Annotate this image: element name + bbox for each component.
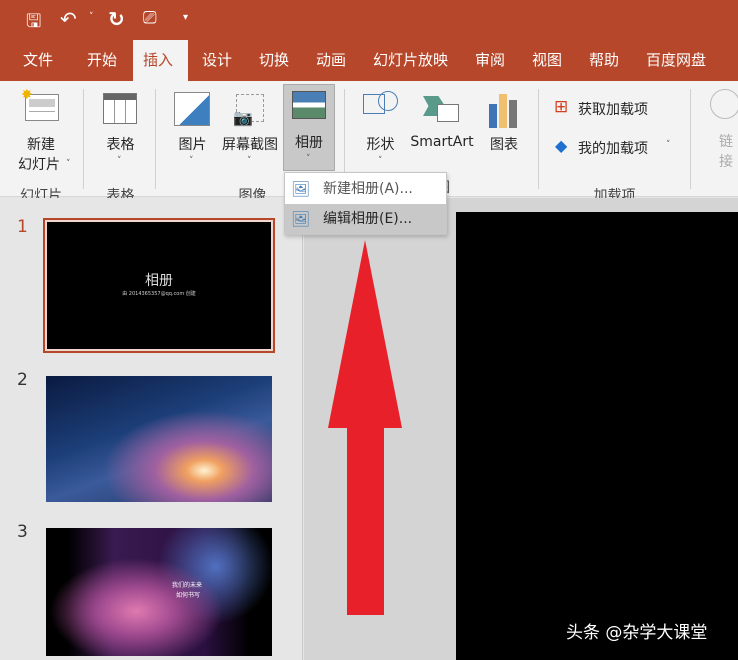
tab-transitions[interactable]: 切换 xyxy=(249,40,299,81)
shapes-label: 形状 xyxy=(366,137,395,153)
table-button[interactable]: 表格 ˅ xyxy=(93,84,148,179)
chart-button[interactable]: 图表 xyxy=(483,84,525,164)
picture-icon xyxy=(174,92,210,126)
my-addins-button[interactable]: ◆ 我的加载项 ˅ xyxy=(552,136,682,158)
undo-dropdown-icon[interactable]: ˅ xyxy=(89,12,94,22)
slide-thumbnail-pane: 1 相册 由 2014365357@qq.com 创建 2 3 我们的未来 如何… xyxy=(0,198,303,660)
table-icon xyxy=(103,93,137,124)
new-slide-label: 新建 xyxy=(27,137,55,153)
edit-album-icon: 🖼 xyxy=(291,210,311,228)
ribbon-tabs: 文件 开始 插入 设计 切换 动画 幻灯片放映 审阅 视图 帮助 百度网盘 xyxy=(0,40,738,81)
new-slide-button[interactable]: ✸ 新建 幻灯片 ˅ xyxy=(5,84,77,179)
slide-thumbnail-1[interactable]: 相册 由 2014365357@qq.com 创建 xyxy=(43,218,275,353)
chevron-down-icon: ˅ xyxy=(66,159,71,169)
arrow-shape xyxy=(328,240,402,615)
tab-insert[interactable]: 插入 xyxy=(133,40,188,81)
store-icon: ⊞ xyxy=(554,97,569,117)
undo-icon[interactable]: ↶ xyxy=(60,7,77,31)
link-button[interactable]: 链 接 xyxy=(705,86,738,171)
watermark: 头条 @杂学大课堂 xyxy=(566,623,708,643)
get-addins-button[interactable]: ⊞ 获取加载项 xyxy=(552,97,672,119)
slide-caption: 我们的未来 xyxy=(172,582,203,589)
addin-cube-icon: ◆ xyxy=(555,136,568,155)
chart-label: 图表 xyxy=(490,137,518,153)
menu-item-label: 编辑相册(E)... xyxy=(323,211,413,227)
tab-view[interactable]: 视图 xyxy=(522,40,572,81)
picture-button[interactable]: 图片 ˅ xyxy=(170,84,215,179)
globe-link-icon xyxy=(710,89,738,119)
customize-icon[interactable]: ▾ xyxy=(183,12,188,23)
tab-slideshow[interactable]: 幻灯片放映 xyxy=(363,40,458,81)
tab-file[interactable]: 文件 xyxy=(13,40,63,81)
slide-caption-2: 如何书写 xyxy=(176,592,201,599)
camera-icon: 📷 xyxy=(233,108,253,127)
slide-number: 2 xyxy=(17,370,28,390)
menu-item-edit-album[interactable]: 🖼 编辑相册(E)... xyxy=(285,204,446,234)
tab-design[interactable]: 设计 xyxy=(192,40,242,81)
photo-album-label: 相册 xyxy=(295,135,323,151)
slide-number: 3 xyxy=(17,522,28,542)
link-label-2: 接 xyxy=(719,154,733,170)
table-label: 表格 xyxy=(106,137,135,153)
menu-item-new-album[interactable]: 🖼 新建相册(A)... xyxy=(285,174,446,204)
picture-label: 图片 xyxy=(178,137,207,153)
sparkle-icon: ✸ xyxy=(21,87,33,103)
smartart-label: SmartArt xyxy=(410,134,474,150)
photo-album-icon xyxy=(292,91,326,119)
tab-baidu-netdisk[interactable]: 百度网盘 xyxy=(636,40,716,81)
title-bar: 🖫 ↶ ˅ ↻ ⎚ ▾ xyxy=(0,0,738,40)
chevron-down-icon: ˅ xyxy=(306,154,311,164)
slide-subtitle: 由 2014365357@qq.com 创建 xyxy=(122,291,196,297)
menu-item-label: 新建相册(A)... xyxy=(323,181,413,197)
tab-help[interactable]: 帮助 xyxy=(579,40,629,81)
photo-album-button[interactable]: 相册 ˅ xyxy=(283,84,335,171)
my-addins-label: 我的加载项 xyxy=(578,141,648,157)
present-icon[interactable]: ⎚ xyxy=(143,8,157,28)
red-arrow-annotation xyxy=(328,240,402,615)
shapes-button[interactable]: 形状 ˅ xyxy=(358,84,403,179)
save-icon[interactable]: 🖫 xyxy=(26,9,41,39)
new-album-icon: 🖼 xyxy=(291,180,311,198)
chevron-down-icon: ˅ xyxy=(666,140,671,150)
chevron-down-icon: ˅ xyxy=(189,156,194,166)
photo-album-dropdown: 🖼 新建相册(A)... 🖼 编辑相册(E)... xyxy=(284,172,447,235)
slide-title: 相册 xyxy=(145,273,173,289)
link-label: 链 xyxy=(719,134,733,150)
screenshot-button[interactable]: 📷 屏幕截图 ˅ xyxy=(218,84,282,179)
tab-review[interactable]: 审阅 xyxy=(465,40,515,81)
smartart-button[interactable]: SmartArt xyxy=(407,84,477,164)
screenshot-label: 屏幕截图 xyxy=(222,137,278,153)
new-slide-label-2: 幻灯片 xyxy=(18,157,60,173)
slide-thumbnail-2[interactable] xyxy=(46,376,272,502)
chevron-down-icon: ˅ xyxy=(117,156,122,166)
slide-number: 1 xyxy=(17,217,28,237)
chart-icon xyxy=(489,104,497,128)
slide-thumbnail-3[interactable]: 我们的未来 如何书写 xyxy=(46,528,272,656)
chevron-down-icon: ˅ xyxy=(247,156,252,166)
redo-icon[interactable]: ↻ xyxy=(108,7,125,31)
slide-canvas[interactable] xyxy=(456,212,738,660)
tab-animations[interactable]: 动画 xyxy=(306,40,356,81)
chevron-down-icon: ˅ xyxy=(378,156,383,166)
tab-home[interactable]: 开始 xyxy=(77,40,127,81)
get-addins-label: 获取加载项 xyxy=(578,102,648,118)
